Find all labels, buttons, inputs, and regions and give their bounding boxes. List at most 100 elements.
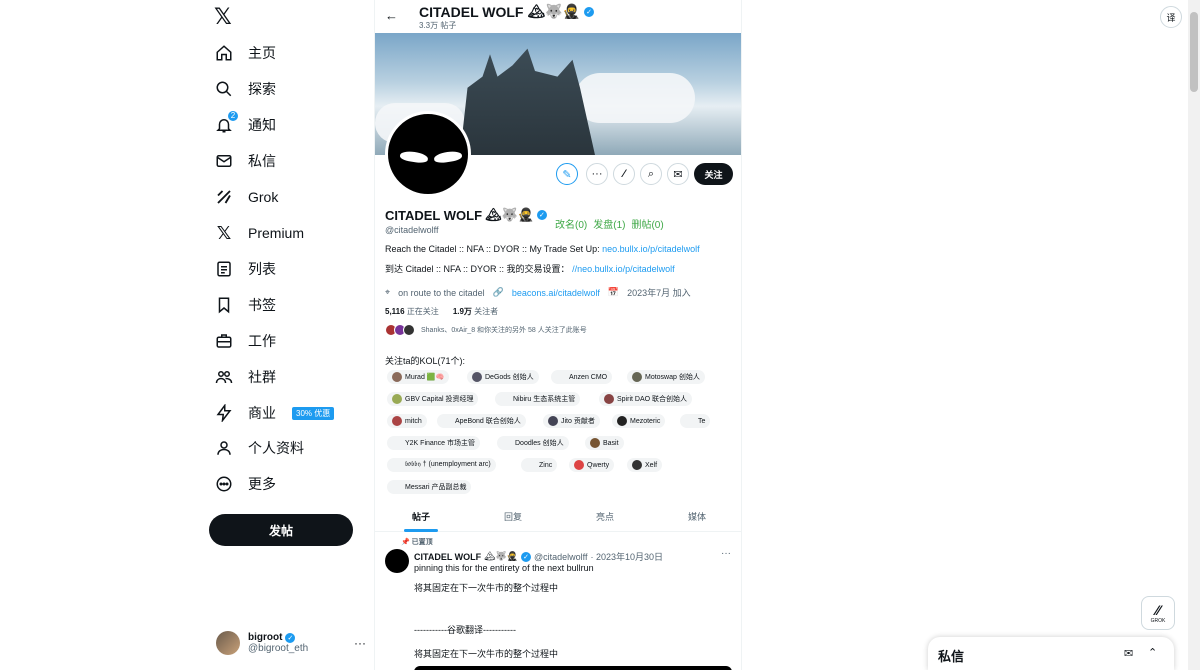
mail-icon[interactable]: ✉ xyxy=(667,163,689,185)
kol-tag[interactable]: Zinc xyxy=(521,458,558,472)
deleted-posts-link[interactable]: 删帖(0) xyxy=(631,216,663,231)
scrollbar-thumb[interactable] xyxy=(1190,12,1198,92)
avatar[interactable] xyxy=(385,549,409,573)
link-icon: 🔗 xyxy=(492,287,504,297)
following-link[interactable]: 5,116 正在关注 xyxy=(385,306,439,317)
nav-item-more[interactable]: 更多 xyxy=(214,466,276,502)
tab-highlights[interactable]: 亮点 xyxy=(596,510,614,523)
tab-media[interactable]: 媒体 xyxy=(688,510,706,523)
tweet-date[interactable]: · 2023年10月30日 xyxy=(591,550,664,563)
messages-drawer[interactable]: 私信 ✉ ⌃ xyxy=(928,637,1174,670)
bio-link[interactable]: //neo.bullx.io/p/citadelwolf xyxy=(572,264,675,274)
more-icon[interactable]: ··· xyxy=(354,636,366,650)
grok-icon[interactable]: ⁄ xyxy=(613,163,635,185)
kol-tag[interactable]: Spirit DAO 联合创始人 xyxy=(599,392,693,406)
nav-item-profile[interactable]: 个人资料 xyxy=(214,430,304,466)
bell-icon: 2 xyxy=(214,111,238,135)
tab-posts[interactable]: 帖子 xyxy=(412,510,430,523)
nav-item-label: 商业 xyxy=(248,405,276,421)
tweet-author-handle[interactable]: @citadelwolff xyxy=(534,552,588,562)
kol-tag[interactable]: Messari 产品副总裁 xyxy=(387,480,472,494)
kol-tag[interactable]: Basit xyxy=(585,436,624,450)
follower-avatars xyxy=(385,324,415,336)
offer-link[interactable]: 发盘(1) xyxy=(593,216,625,231)
kol-tag[interactable]: Jito 贡献者 xyxy=(543,414,600,428)
followed-by[interactable]: Shanks、0xAir_8 和你关注的另外 58 人关注了此账号 xyxy=(385,324,587,336)
avatar xyxy=(590,438,600,448)
pin-icon: 📌 xyxy=(401,539,410,546)
follow-button[interactable]: 关注 xyxy=(694,163,733,185)
kol-tag[interactable]: mitch xyxy=(387,414,427,428)
more-options-button[interactable]: ··· xyxy=(586,163,608,185)
nav-item-label: Grok xyxy=(248,189,279,205)
bio-line: Reach the Citadel :: NFA :: DYOR :: My T… xyxy=(385,244,700,254)
location: on route to the citadel xyxy=(398,287,485,298)
edit-note-button[interactable]: ✎ xyxy=(556,163,578,185)
expand-icon[interactable]: ⌃ xyxy=(1148,646,1157,659)
x-logo[interactable]: 𝕏 xyxy=(214,6,236,28)
kol-tag[interactable]: Y2K Finance 市场主管 xyxy=(387,436,481,450)
nav-item-label: 私信 xyxy=(248,153,276,169)
kol-tag[interactable]: Mezoteric xyxy=(612,414,666,428)
kol-tag[interactable]: ApeBond 联合创始人 xyxy=(437,414,526,428)
website-link[interactable]: beacons.ai/citadelwolf xyxy=(512,288,600,298)
kol-tag[interactable]: Qwerty xyxy=(569,458,615,472)
tweet-author-name[interactable]: CITADEL WOLF xyxy=(414,552,481,562)
nav-item-bookmarks[interactable]: 书签 xyxy=(214,287,276,323)
grok-icon xyxy=(214,187,234,207)
post-button[interactable]: 发帖 xyxy=(209,514,353,546)
search-icon xyxy=(214,79,234,99)
kol-tag-label: Y2K Finance 市场主管 xyxy=(405,440,476,447)
kol-tag[interactable]: GBV Capital 投资经理 xyxy=(387,392,479,406)
scrollbar[interactable] xyxy=(1188,0,1200,670)
home-icon xyxy=(214,43,234,63)
kol-tag[interactable]: Xelf xyxy=(627,458,663,472)
followed-by-text: Shanks、0xAir_8 和你关注的另外 58 人关注了此账号 xyxy=(421,327,587,334)
tweet-media[interactable] xyxy=(414,666,732,670)
nav-item-communities[interactable]: 社群 xyxy=(214,359,276,395)
kol-tag[interactable]: Motoswap 创始人 xyxy=(627,370,705,384)
header-emoji: 🏔🐺🥷 xyxy=(527,3,581,19)
nav-item-jobs[interactable]: 工作 xyxy=(214,323,276,359)
kol-tag[interactable]: Anzen CMO xyxy=(551,370,613,384)
more-icon[interactable]: ··· xyxy=(721,548,731,559)
kol-tag[interactable]: Nibiru 生态系统主管 xyxy=(495,392,581,406)
new-message-icon[interactable]: ✉ xyxy=(1124,647,1133,660)
tweet-text: 将其固定在下一次牛市的整个过程中 xyxy=(414,583,559,593)
kol-tag[interactable]: Te xyxy=(680,414,711,428)
account-handle: @bigroot_eth xyxy=(248,643,309,654)
followers-link[interactable]: 1.9万 关注者 xyxy=(453,306,498,317)
bio-link[interactable]: neo.bullx.io/p/citadelwolf xyxy=(602,244,700,254)
x-premium-icon: 𝕏 xyxy=(216,222,232,243)
nav-item-label: 探索 xyxy=(248,81,276,97)
kol-tag[interactable]: Doodles 创始人 xyxy=(497,436,569,450)
nav-item-grok[interactable]: Grok xyxy=(214,179,278,215)
kol-tag-label: Messari 产品副总裁 xyxy=(405,484,467,491)
account-switcher[interactable]: bigroot ✓ @bigroot_eth ··· xyxy=(216,628,366,658)
translate-button[interactable]: 译 xyxy=(1160,6,1182,28)
kol-tag[interactable]: Murad 🟩🧠 xyxy=(387,370,450,384)
kol-tag-label: ApeBond 联合创始人 xyxy=(455,418,521,425)
kol-tag[interactable]: DeGods 创始人 xyxy=(467,370,539,384)
search-icon[interactable]: ⌕ xyxy=(640,163,662,185)
profile-actions: ✎ ··· ⁄ ⌕ ✉ 关注 xyxy=(375,163,741,187)
nav-item-home[interactable]: 主页 xyxy=(214,35,276,71)
nav-item-explore[interactable]: 探索 xyxy=(214,71,276,107)
profile-name-row: CITADEL WOLF 🏔🐺🥷 ✓ xyxy=(385,207,547,223)
verified-icon: ✓ xyxy=(521,551,532,562)
kol-tag-label: Jito 贡献者 xyxy=(561,418,595,425)
kol-tag[interactable]: 𝔟𝔬𝔟𝔟𝔶 † (unemployment arc) xyxy=(387,458,496,472)
pinned-label: 📌 已置顶 xyxy=(401,537,433,547)
tab-replies[interactable]: 回复 xyxy=(504,510,522,523)
left-navigation: 𝕏 主页 探索 2 通知 私信 Grok 𝕏 Premium 列表 书签 工作 … xyxy=(200,0,370,670)
nav-item-lists[interactable]: 列表 xyxy=(214,251,276,287)
nav-item-business[interactable]: 商业 30% 优惠 xyxy=(214,395,335,431)
avatar-eye xyxy=(399,150,429,164)
more-circle-icon xyxy=(214,474,234,494)
nav-item-premium[interactable]: 𝕏 Premium xyxy=(214,215,304,251)
nav-item-messages[interactable]: 私信 xyxy=(214,143,276,179)
back-arrow-icon[interactable]: ← xyxy=(385,8,398,23)
grok-float-button[interactable]: ⁄⁄ GROK xyxy=(1141,596,1175,630)
rename-link[interactable]: 改名(0) xyxy=(555,216,587,231)
nav-item-notifications[interactable]: 2 通知 xyxy=(214,107,276,143)
